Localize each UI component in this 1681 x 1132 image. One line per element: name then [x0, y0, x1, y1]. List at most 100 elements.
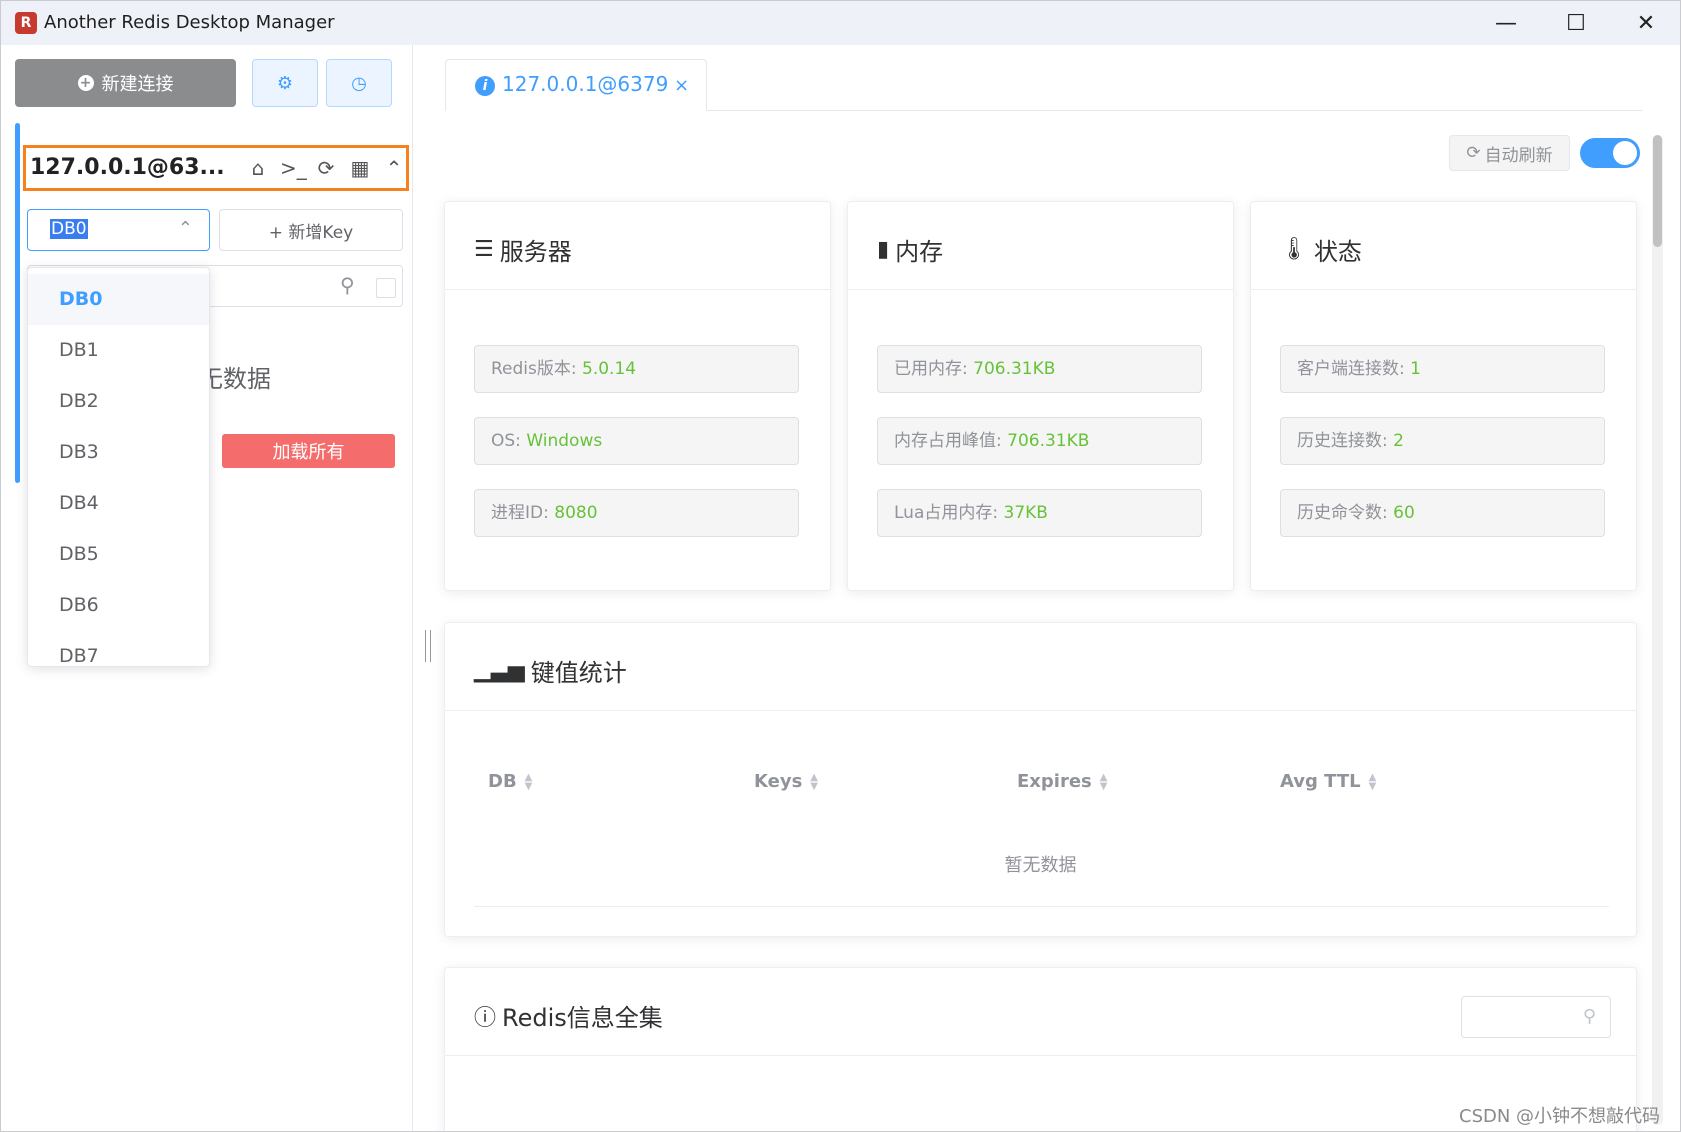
card-title: ▮ 内存 [877, 232, 943, 267]
app-logo-icon: R [15, 12, 37, 34]
grid-icon[interactable]: ▦ [348, 156, 372, 180]
load-all-button[interactable]: 加载所有 [222, 434, 395, 468]
tab-label: 127.0.0.1@6379 [502, 72, 669, 96]
auto-refresh-label: 自动刷新 [1484, 145, 1553, 166]
db-option[interactable]: DB1 [28, 325, 209, 376]
db-option[interactable]: DB6 [28, 580, 209, 631]
db-option[interactable]: DB0 [28, 274, 209, 325]
new-key-button[interactable]: + 新增Key [219, 209, 403, 251]
stat-label: 历史命令数: [1297, 503, 1388, 523]
info-circle-icon: ⓘ [474, 1005, 497, 1031]
memory-card: ▮ 内存 已用内存: 706.31KB 内存占用峰值: 706.31KB Lua… [847, 201, 1234, 591]
home-icon[interactable]: ⌂ [246, 156, 270, 180]
db-option[interactable]: DB3 [28, 427, 209, 478]
search-icon: ⚲ [340, 273, 355, 297]
stat-value: 2 [1393, 431, 1404, 451]
redis-info-title: Redis信息全集 [502, 1004, 663, 1032]
os-field: OS: Windows [474, 417, 799, 465]
search-icon: ⚲ [1582, 1006, 1596, 1027]
column-header-keys[interactable]: Keys ▲ ▼ [754, 771, 818, 792]
total-connections-field: 历史连接数: 2 [1280, 417, 1605, 465]
sidebar: + 新建连接 ⚙ ◷ 127.0.0.1@63... ⌂ >_ ⟳ ▦ ⌃ DB… [1, 45, 431, 1131]
command-log-button[interactable]: ◷ [326, 59, 392, 107]
scrollbar[interactable] [1652, 135, 1663, 1125]
refresh-icon: ⟳ [1466, 143, 1481, 163]
lua-memory-field: Lua占用内存: 37KB [877, 489, 1202, 537]
card-header: ☰ 服务器 [445, 202, 830, 290]
table-divider [474, 906, 1609, 907]
column-header-db[interactable]: DB ▲ ▼ [488, 771, 532, 792]
plus-circle-icon: + [77, 75, 94, 91]
status-card: 🌡 状态 客户端连接数: 1 历史连接数: 2 历史命令数: 60 [1250, 201, 1637, 591]
db-dropdown: DB0 DB1 DB2 DB3 DB4 DB5 DB6 DB7 [27, 267, 210, 667]
chevron-up-icon[interactable]: ⌃ [382, 156, 406, 180]
thermometer-icon: 🌡 [1280, 237, 1308, 262]
gear-icon: ⚙ [276, 72, 294, 94]
db-option[interactable]: DB2 [28, 376, 209, 427]
connection-actions: ⌂ >_ ⟳ ▦ ⌃ [246, 156, 406, 180]
db-option[interactable]: DB4 [28, 478, 209, 529]
connection-header[interactable]: 127.0.0.1@63... ⌂ >_ ⟳ ▦ ⌃ [23, 145, 409, 191]
peak-memory-field: 内存占用峰值: 706.31KB [877, 417, 1202, 465]
card-title: ⓘ Redis信息全集 [474, 998, 663, 1033]
new-connection-label: 新建连接 [101, 74, 174, 95]
sort-icon[interactable]: ▲ ▼ [1100, 772, 1108, 791]
card-title: ▁▃▅ 键值统计 [474, 653, 627, 688]
key-stats-title: 键值统计 [530, 659, 627, 687]
info-icon: i [475, 76, 495, 96]
auto-refresh-toggle[interactable] [1580, 138, 1640, 168]
stat-value: 706.31KB [1007, 431, 1090, 451]
column-label: Expires [1017, 771, 1092, 792]
server-card: ☰ 服务器 Redis版本: 5.0.14 OS: Windows 进程ID: … [444, 201, 831, 591]
process-id-field: 进程ID: 8080 [474, 489, 799, 537]
close-window-button[interactable]: ✕ [1611, 1, 1680, 45]
exact-search-checkbox[interactable] [376, 278, 396, 298]
db-option[interactable]: DB5 [28, 529, 209, 580]
bar-chart-icon: ▁▃▅ [474, 658, 525, 683]
used-memory-field: 已用内存: 706.31KB [877, 345, 1202, 393]
total-commands-field: 历史命令数: 60 [1280, 489, 1605, 537]
key-statistics-card: ▁▃▅ 键值统计 DB ▲ ▼ Keys ▲ ▼ Expires ▲ ▼ Avg TTL ▲ ▼… [444, 622, 1637, 937]
server-title: 服务器 [499, 238, 572, 266]
watermark: CSDN @小钟不想敲代码 [1459, 1106, 1661, 1127]
refresh-icon[interactable]: ⟳ [314, 156, 338, 180]
terminal-icon[interactable]: >_ [280, 156, 307, 180]
db-select-value: DB0 [50, 219, 88, 239]
new-connection-button[interactable]: + 新建连接 [15, 59, 236, 107]
main-panel: i 127.0.0.1@6379 × ⟳ 自动刷新 ☰ 服务器 Redis版本:… [431, 45, 1680, 1131]
card-header: ▁▃▅ 键值统计 [445, 623, 1636, 711]
connection-accent-bar [15, 123, 20, 483]
stat-value: 37KB [1003, 503, 1048, 523]
scrollbar-thumb[interactable] [1653, 135, 1662, 247]
sort-icon[interactable]: ▲ ▼ [525, 772, 533, 791]
column-label: DB [488, 771, 517, 792]
close-tab-icon[interactable]: × [674, 75, 689, 96]
tab-connection[interactable]: i 127.0.0.1@6379 × [445, 59, 707, 111]
column-label: Avg TTL [1280, 771, 1361, 792]
db-select[interactable]: DB0 ⌃ [27, 209, 210, 251]
db-option-list: DB0 DB1 DB2 DB3 DB4 DB5 DB6 DB7 [28, 274, 209, 666]
stat-label: Redis版本: [491, 359, 577, 379]
stat-label: 客户端连接数: [1297, 359, 1405, 379]
memory-chip-icon: ▮ [877, 237, 890, 262]
sort-icon[interactable]: ▲ ▼ [810, 772, 818, 791]
stat-value: 1 [1410, 359, 1421, 379]
settings-button[interactable]: ⚙ [252, 59, 318, 107]
card-header: ⓘ Redis信息全集 ⚲ [445, 968, 1636, 1056]
maximize-button[interactable]: ☐ [1541, 1, 1611, 45]
auto-refresh-button[interactable]: ⟳ 自动刷新 [1449, 135, 1570, 171]
stat-value: 8080 [554, 503, 598, 523]
stat-label: 历史连接数: [1297, 431, 1388, 451]
empty-table-text: 暂无数据 [1004, 855, 1077, 876]
sort-icon[interactable]: ▲ ▼ [1369, 772, 1377, 791]
connection-name: 127.0.0.1@63... [30, 155, 225, 180]
tab-divider [707, 110, 1642, 111]
card-title: ☰ 服务器 [474, 232, 572, 267]
db-option[interactable]: DB7 [28, 631, 209, 666]
card-title: 🌡 状态 [1280, 232, 1362, 267]
minimize-button[interactable]: — [1471, 1, 1541, 45]
column-header-avg-ttl[interactable]: Avg TTL ▲ ▼ [1280, 771, 1376, 792]
chevron-up-icon: ⌃ [177, 218, 193, 239]
info-search-input[interactable]: ⚲ [1461, 996, 1611, 1038]
column-header-expires[interactable]: Expires ▲ ▼ [1017, 771, 1107, 792]
